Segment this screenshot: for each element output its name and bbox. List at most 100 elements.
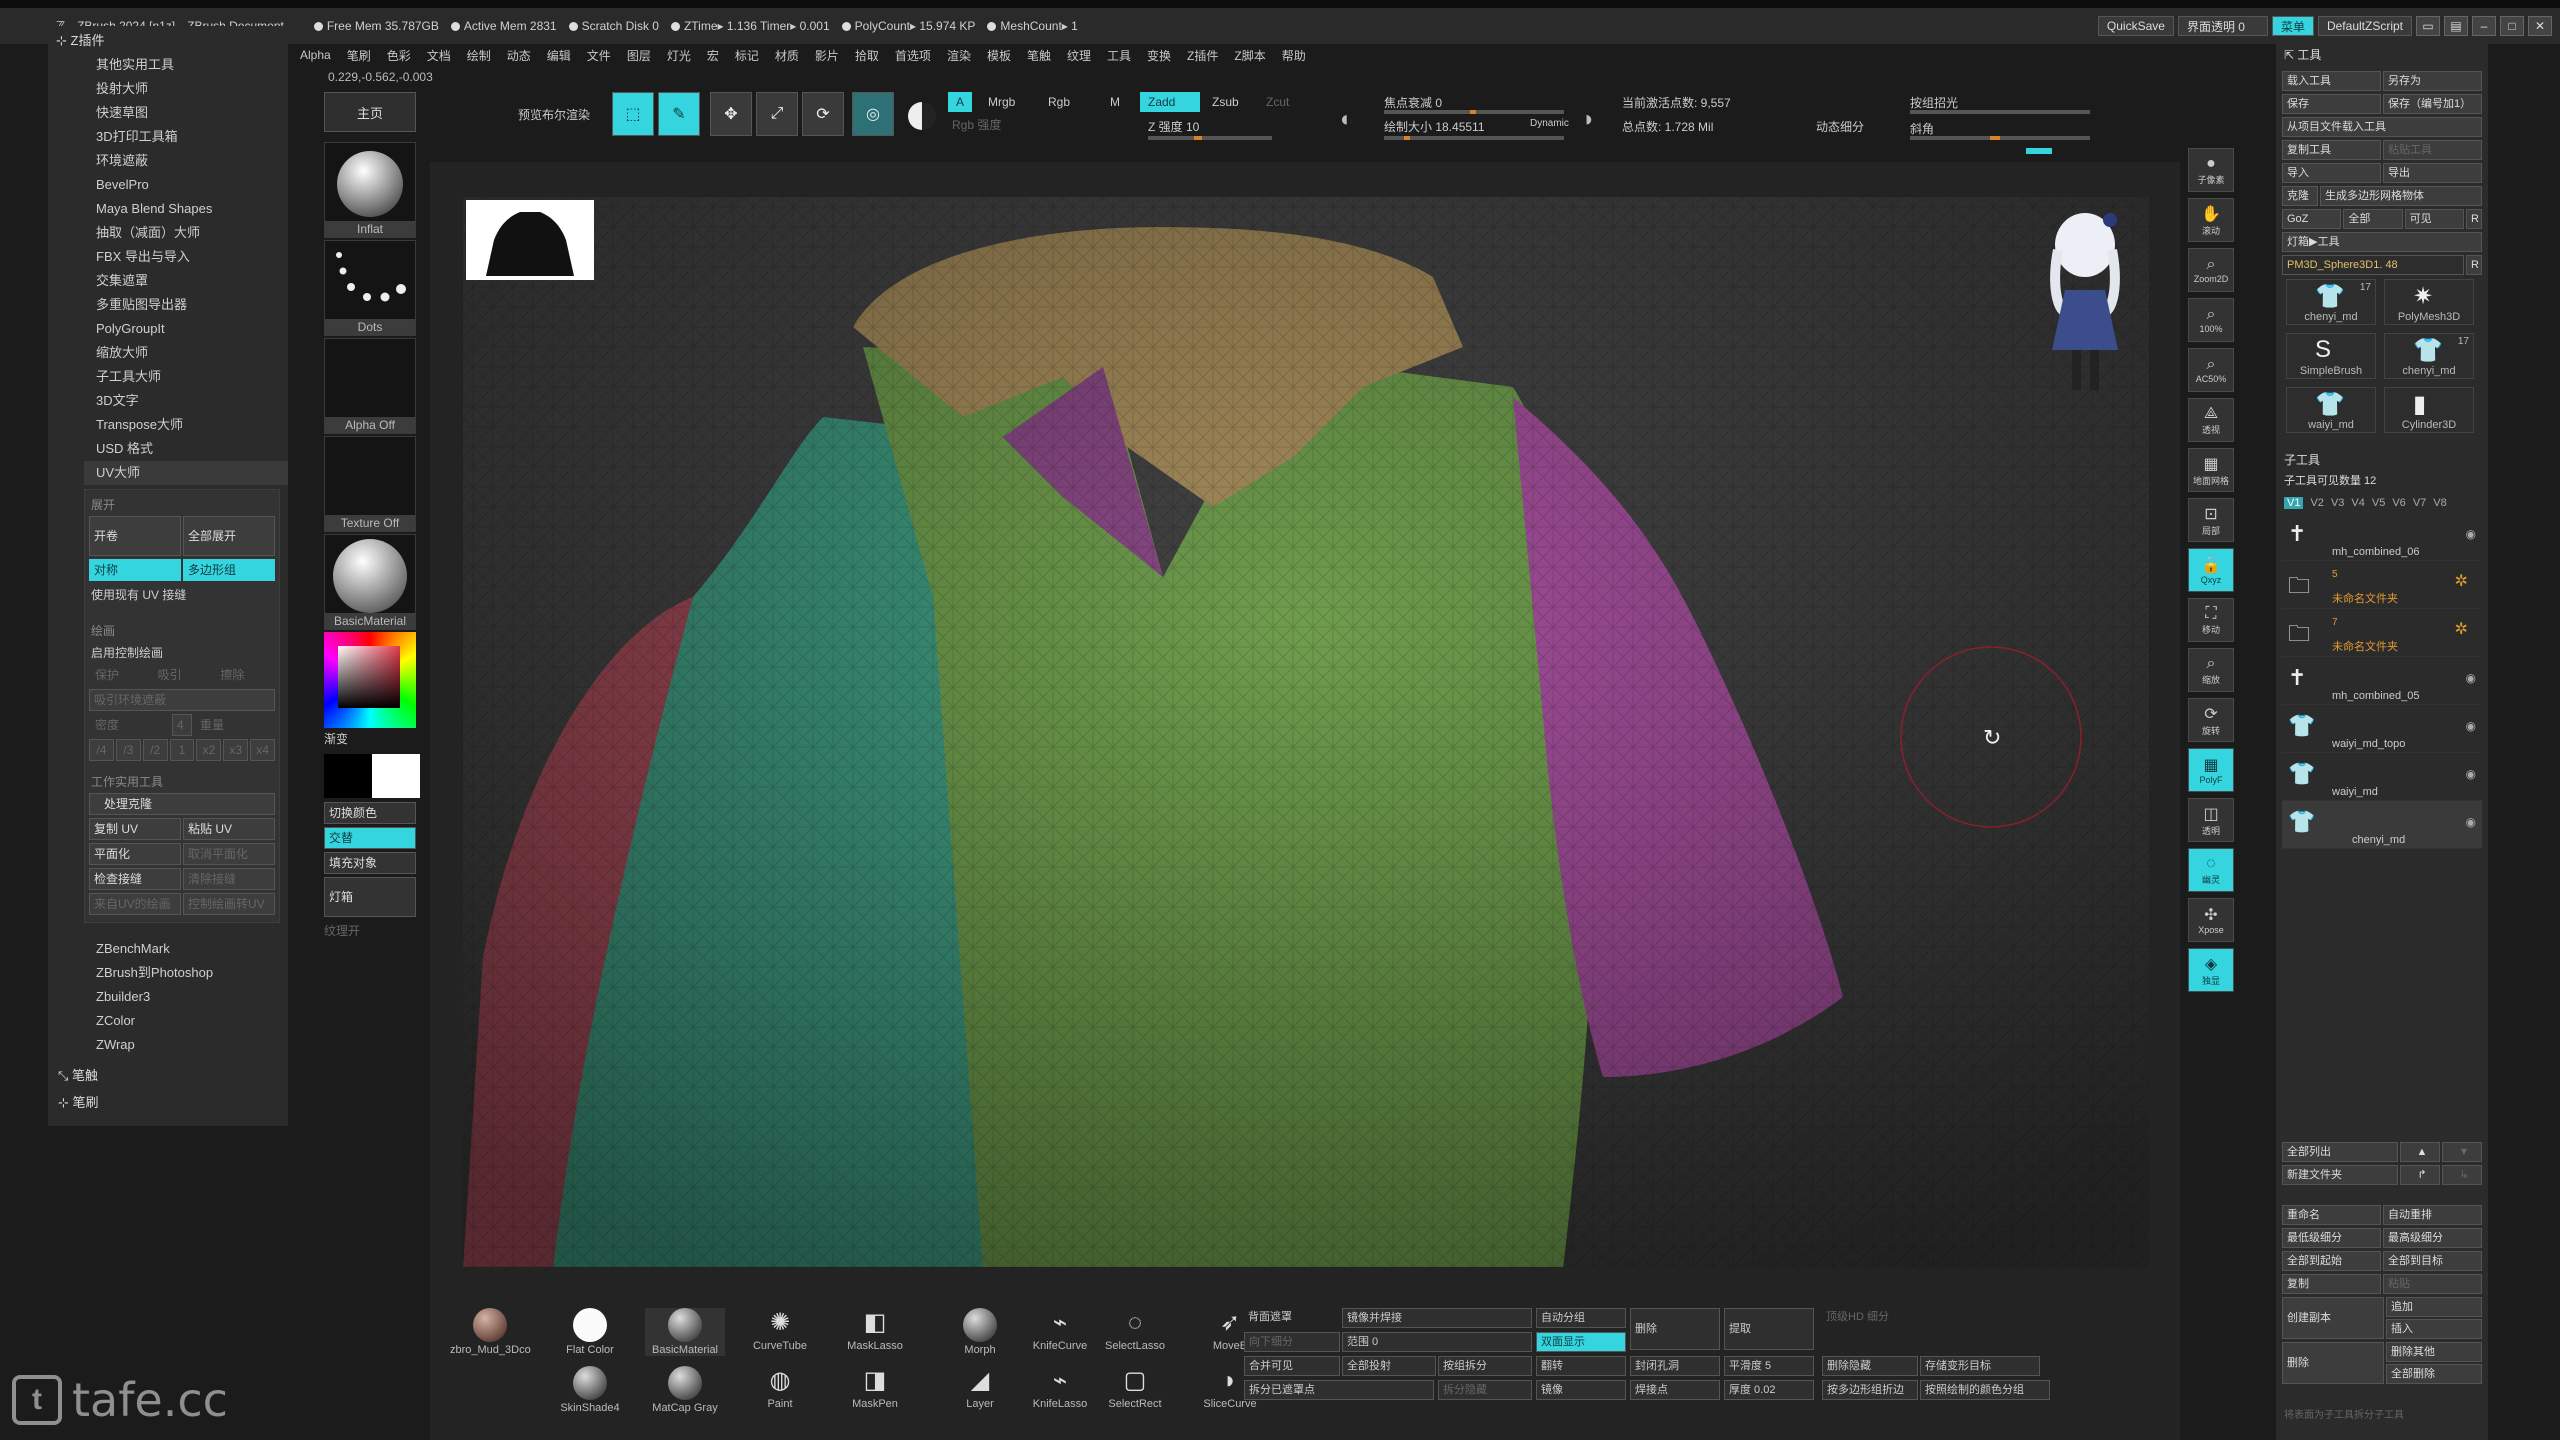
draw-button[interactable]: ✎ [658, 92, 700, 136]
alpha-thumbnail[interactable]: Alpha Off [324, 338, 416, 434]
move-up-icon[interactable]: ▲ [2400, 1142, 2440, 1162]
navigation-thumbnail[interactable] [466, 200, 594, 280]
zoom2d-button[interactable]: ⌕ Zoom2D [2188, 248, 2234, 292]
material-thumbnail[interactable]: BasicMaterial [324, 534, 416, 630]
solo-button[interactable]: ◈ 独显 [2188, 948, 2234, 992]
protect-button[interactable]: 保护 [89, 664, 150, 686]
groups-split-button[interactable]: 按组拆分 [1438, 1356, 1532, 1376]
interface-transparency-slider[interactable]: 界面透明 0 [2177, 16, 2268, 36]
unwrap-all-button[interactable]: 全部展开 [183, 516, 275, 556]
3d-canvas[interactable]: ↻ [462, 196, 2150, 1268]
brush-palette-header[interactable]: ⊹ 笔刷 [48, 1088, 288, 1115]
eye-icon[interactable]: ◉ [2466, 527, 2476, 541]
create-copy-button[interactable]: 创建副本 [2282, 1297, 2384, 1339]
dock-item[interactable]: ▢ SelectRect [1095, 1366, 1175, 1410]
dock-item[interactable]: ◌ SelectLasso [1095, 1308, 1175, 1352]
lightbox-button[interactable]: 灯箱 [324, 877, 416, 917]
eye-icon[interactable]: ◉ [2466, 671, 2476, 685]
floor-button[interactable]: ▦ 地面网格 [2188, 448, 2234, 492]
unflatten-button[interactable]: 取消平面化 [183, 843, 275, 865]
zplugin-item[interactable]: ZBrush到Photoshop [48, 961, 288, 985]
zplugin-header[interactable]: ⊹ Z插件 [48, 26, 288, 53]
save-increment-button[interactable]: 保存（编号加1） [2383, 94, 2482, 114]
main-secondary-color[interactable] [324, 754, 420, 798]
menu-item[interactable]: 拾取 [855, 47, 879, 64]
layout-alt-icon[interactable]: ▤ [2444, 16, 2468, 36]
lowest-subdiv-button[interactable]: 最低级细分 [2282, 1228, 2381, 1248]
density-value[interactable]: 4 [172, 714, 192, 736]
enable-control-painting-toggle[interactable]: 启用控制绘画 [85, 642, 279, 664]
gizmo-button[interactable]: ◎ [852, 92, 894, 136]
subtool-folder[interactable]: 🗀 5 ✲ 未命名文件夹 [2282, 561, 2482, 609]
group-by-polypaint-button[interactable]: 按照绘制的颜色分组 [1920, 1380, 2050, 1400]
zplugin-item[interactable]: USD 格式 [48, 437, 288, 461]
visibility-set-tab[interactable]: V1 [2284, 497, 2304, 509]
menu-item[interactable]: 灯光 [667, 47, 691, 64]
delete-other-button[interactable]: 删除其他 [2386, 1342, 2482, 1362]
menu-item[interactable]: 渲染 [947, 47, 971, 64]
dock-item[interactable]: Flat Color [550, 1308, 630, 1356]
density-option-button[interactable]: x4 [250, 739, 276, 761]
local-button[interactable]: ⊡ 局部 [2188, 498, 2234, 542]
zplugin-item[interactable]: ZWrap [48, 1033, 288, 1057]
dock-item[interactable]: BasicMaterial [645, 1308, 725, 1356]
mirror-button[interactable]: 镜像 [1536, 1380, 1626, 1400]
frame-button[interactable]: ⛶ 移动 [2188, 598, 2234, 642]
menu-item[interactable]: 编辑 [547, 47, 571, 64]
goz-button[interactable]: GoZ [2282, 209, 2342, 229]
material-sphere-button[interactable]: ● 子像素 [2188, 148, 2234, 192]
rgb-intensity-slider[interactable]: Rgb 强度 [952, 116, 1001, 133]
uv-from-polypaint-button[interactable]: 控制绘画转UV [183, 893, 275, 915]
zplugin-item[interactable]: 抽取（减面）大师 [48, 221, 288, 245]
default-zscript-button[interactable]: DefaultZScript [2317, 16, 2412, 36]
sphere-mode-icon[interactable] [908, 102, 936, 130]
zplugin-item[interactable]: BevelPro [48, 173, 288, 197]
zplugin-item[interactable]: 缩放大师 [48, 341, 288, 365]
zplugin-item[interactable]: 投射大师 [48, 77, 288, 101]
hand-button[interactable]: ✋ 滚动 [2188, 198, 2234, 242]
subtool-item[interactable]: ✝ ◉ mh_combined_05 [2282, 657, 2482, 705]
menu-item[interactable]: 笔刷 [347, 47, 371, 64]
menu-item[interactable]: 首选项 [895, 47, 931, 64]
stroke-thumbnail[interactable]: Dots [324, 240, 416, 336]
range-slider[interactable]: 范围 0 [1342, 1332, 1532, 1352]
edit-button[interactable]: ⬚ [612, 92, 654, 136]
polypaint-from-uv-button[interactable]: 来自UV的绘画 [89, 893, 181, 915]
close-icon[interactable]: ✕ [2528, 16, 2552, 36]
delete-hidden-button[interactable]: 删除 [1630, 1308, 1720, 1350]
menu-item[interactable]: 宏 [707, 47, 719, 64]
switch-color-button[interactable]: 切换颜色 [324, 802, 416, 824]
save-button[interactable]: 保存 [2282, 94, 2381, 114]
unwrap-button[interactable]: 开卷 [89, 516, 181, 556]
m-toggle[interactable]: M [1102, 92, 1128, 112]
tool-thumbnail[interactable]: S SimpleBrush [2286, 333, 2376, 379]
duplicate-button[interactable]: 复制 [2282, 1274, 2381, 1294]
transp-button[interactable]: ◫ 透明 [2188, 798, 2234, 842]
menu-item[interactable]: 色彩 [387, 47, 411, 64]
project-all-button[interactable]: 全部投射 [1342, 1356, 1436, 1376]
paste-subtool-button[interactable]: 粘贴 [2383, 1274, 2482, 1294]
color-picker[interactable] [324, 632, 416, 728]
subtool-item[interactable]: ✝ ◉ mh_combined_06 [2282, 513, 2482, 561]
dock-item[interactable]: ⌁ KnifeCurve [1020, 1308, 1100, 1352]
dock-item[interactable]: ◧ MaskLasso [835, 1308, 915, 1352]
focal-shift-slider[interactable]: 焦点衰减 0 [1384, 94, 1442, 111]
flatten-button[interactable]: 平面化 [89, 843, 181, 865]
zplugin-item[interactable]: ZColor [48, 1009, 288, 1033]
hd-subdiv-label[interactable]: 顶级HD 细分 [1822, 1308, 1932, 1328]
close-holes-button[interactable]: 封闭孔洞 [1630, 1356, 1720, 1376]
menu-item[interactable]: 影片 [815, 47, 839, 64]
paste-uv-button[interactable]: 粘贴 UV [183, 818, 275, 840]
weld-points-button[interactable]: 焊接点 [1630, 1380, 1720, 1400]
auto-group-button[interactable]: 自动分组 [1536, 1308, 1626, 1328]
copy-tool-button[interactable]: 复制工具 [2282, 140, 2381, 160]
delete-button[interactable]: 删除 [2282, 1342, 2384, 1384]
menu-item[interactable]: 模板 [987, 47, 1011, 64]
menu-item[interactable]: Alpha [300, 48, 331, 62]
flip-button[interactable]: 翻转 [1536, 1356, 1626, 1376]
a-toggle[interactable]: A [948, 92, 973, 112]
tool-thumbnail[interactable]: 👕 17 chenyi_md [2384, 333, 2474, 379]
menu-item[interactable]: 绘制 [467, 47, 491, 64]
dynamic-subdiv-button[interactable]: 动态细分 [1816, 118, 1864, 135]
subtool-item[interactable]: 👕 ◉ waiyi_md [2282, 753, 2482, 801]
